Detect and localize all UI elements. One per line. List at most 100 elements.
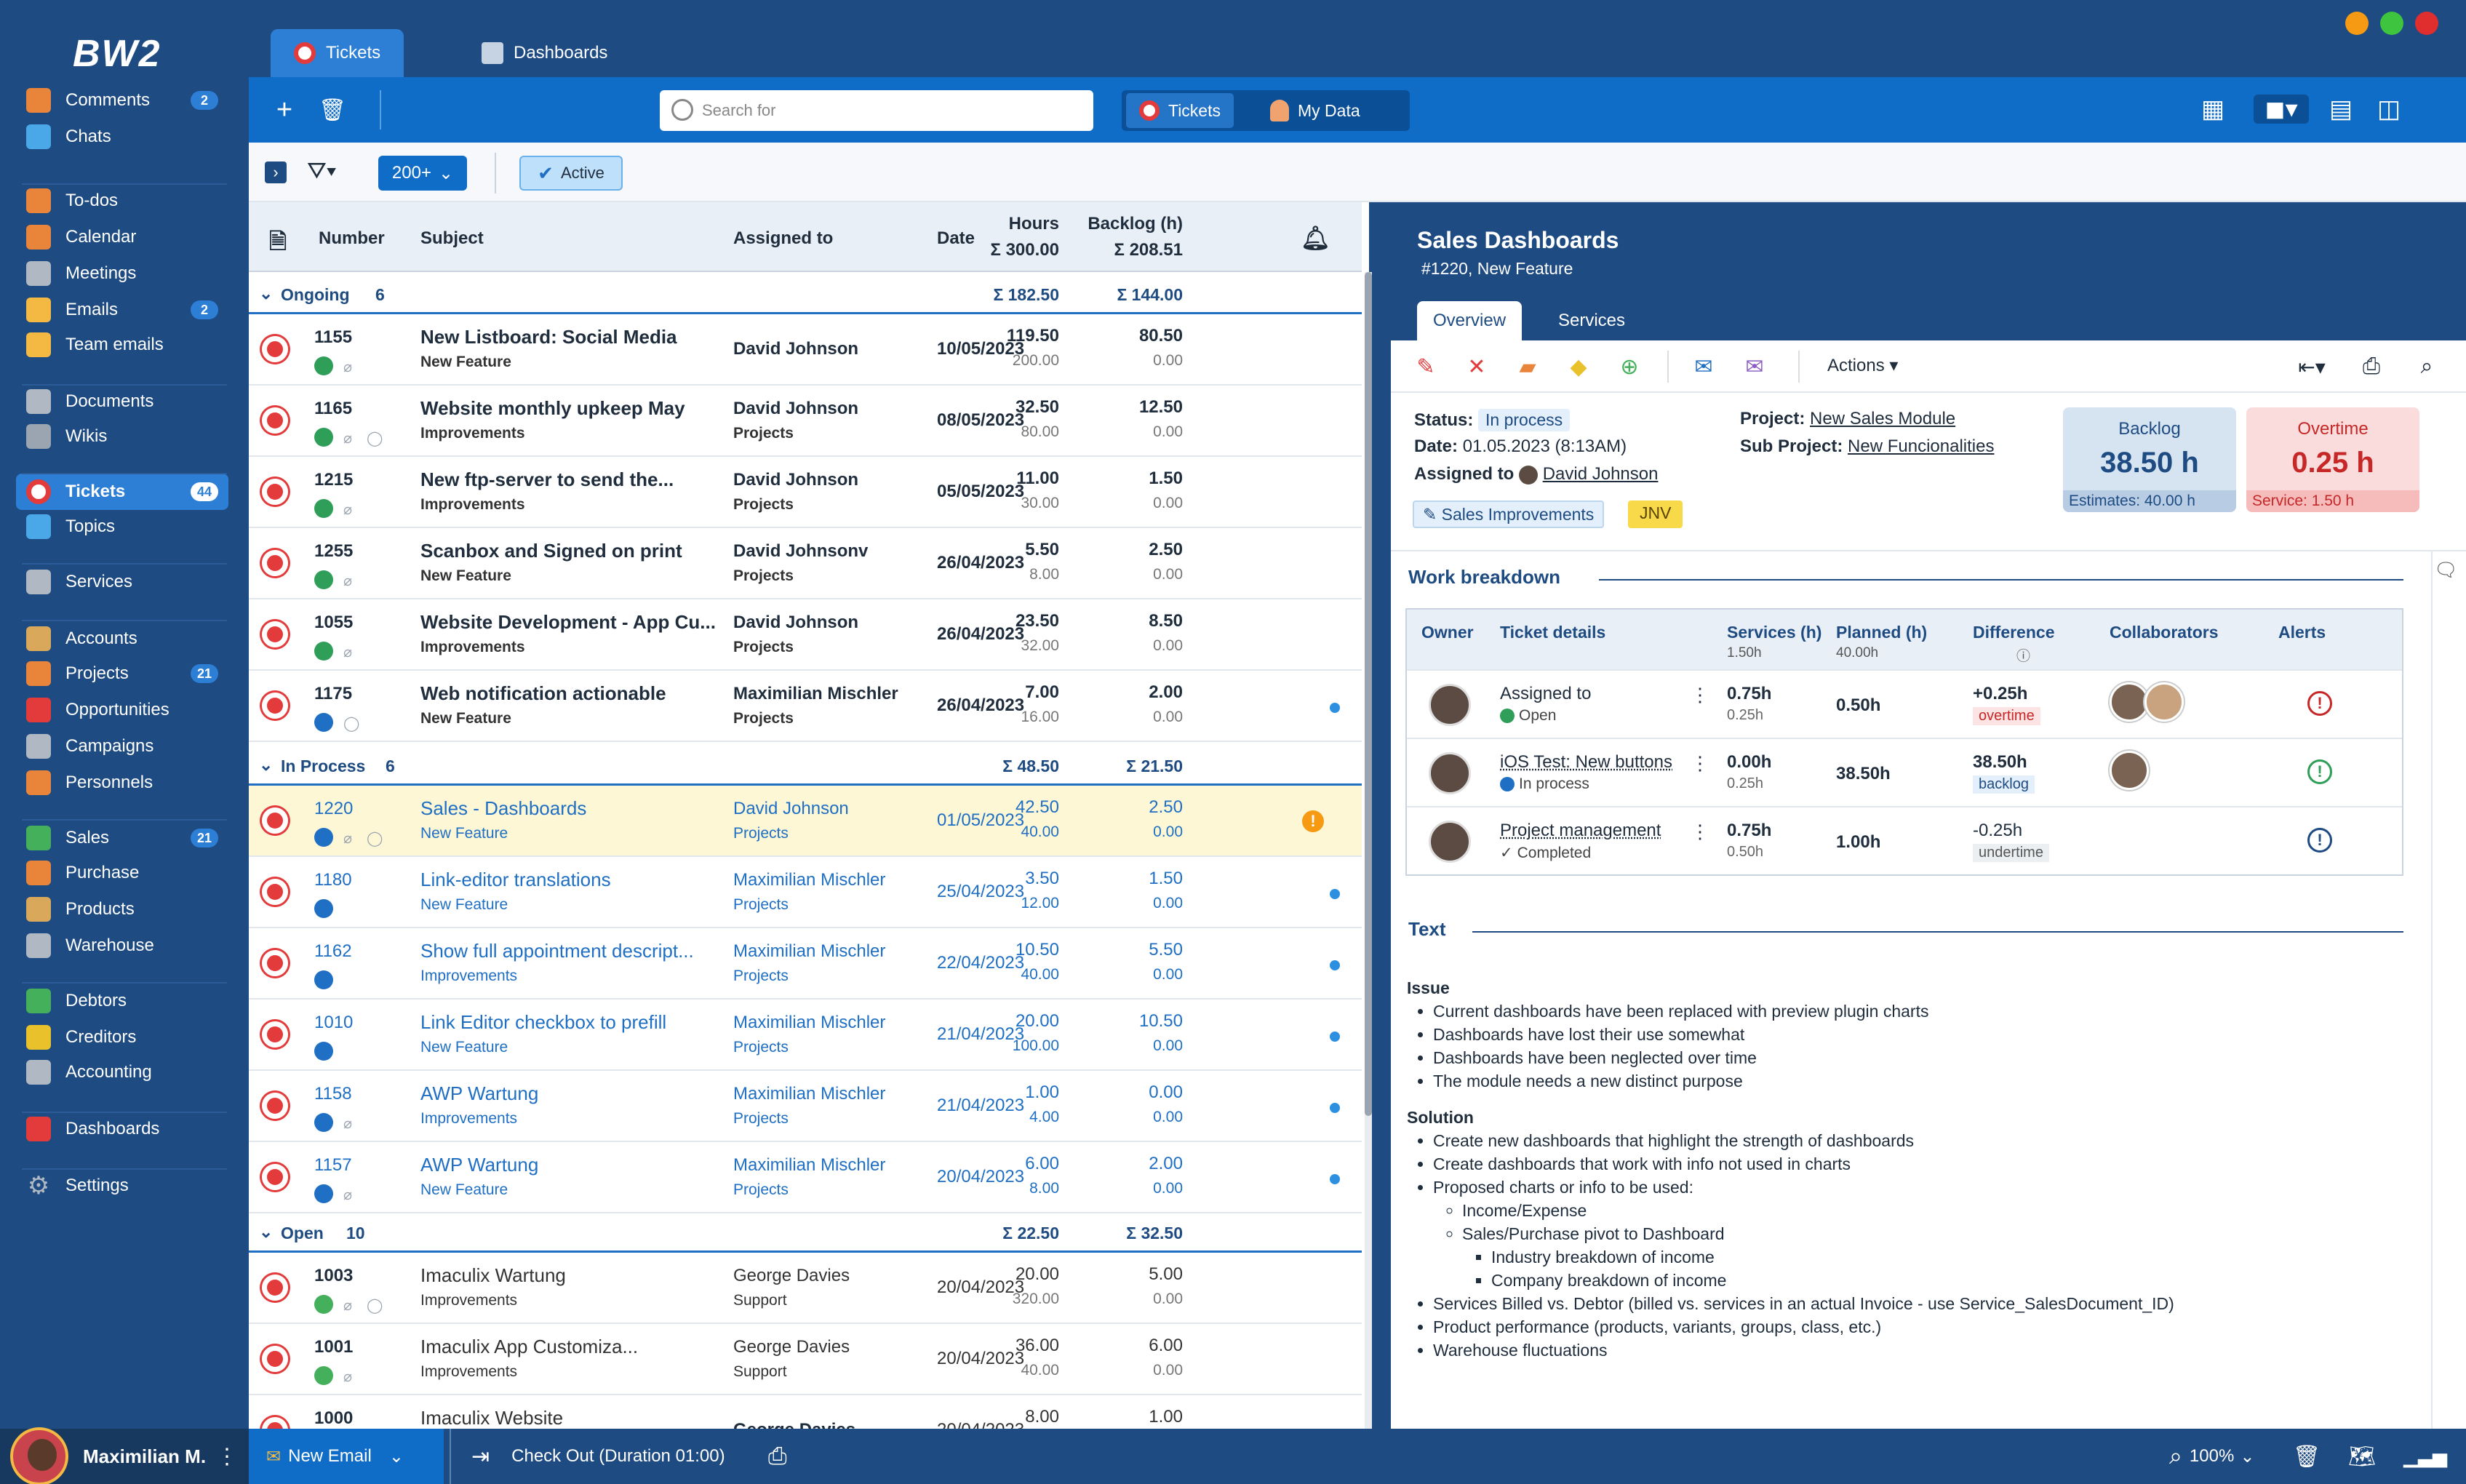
ticket-subject[interactable]: AWP Wartung xyxy=(420,1082,538,1105)
table-row[interactable]: 1001 ⌀ Imaculix App Customiza... Improvemen… xyxy=(249,1324,1362,1395)
table-row[interactable]: 1158 ⌀ AWP Wartung Improvements Maximilian M… xyxy=(249,1071,1362,1142)
sidebar-item-products[interactable]: Products xyxy=(16,891,228,928)
search-input[interactable]: Search for xyxy=(660,90,1093,131)
tab-tickets[interactable]: Tickets xyxy=(271,29,404,77)
more-vertical-icon[interactable]: ⋮ xyxy=(1691,752,1709,775)
wb-row[interactable]: Assigned to Open ⋮ 0.75h 0.25h 0.50h +0.25h ove… xyxy=(1407,669,2402,738)
sidebar-item-comments[interactable]: Comments 2 xyxy=(16,82,228,119)
col-assigned[interactable]: Assigned to xyxy=(733,228,833,249)
wb-ticket-title[interactable]: Project management xyxy=(1500,821,1661,841)
sidebar-item-calendar[interactable]: Calendar xyxy=(16,219,228,255)
map-icon[interactable]: 🗺 xyxy=(2348,1429,2376,1484)
ticket-subject[interactable]: Sales - Dashboards xyxy=(420,797,586,820)
sidebar-item-documents[interactable]: Documents xyxy=(16,383,228,420)
actions-dropdown[interactable]: Actions ▾ xyxy=(1827,355,1898,376)
ticket-subject[interactable]: Website monthly upkeep May xyxy=(420,397,685,420)
print-icon[interactable]: ⎙ xyxy=(2358,354,2385,380)
sidebar-item-personnels[interactable]: Personnels xyxy=(16,765,228,801)
trash-icon[interactable]: 🗑 xyxy=(2293,1429,2321,1484)
ticket-subject[interactable]: Link-editor translations xyxy=(420,869,611,891)
chevron-down-icon[interactable]: ⌄ xyxy=(259,1222,273,1242)
table-row[interactable]: 1003 ⌀ ◯ Imaculix Wartung Improvements George… xyxy=(249,1253,1362,1324)
split-horizontal-icon[interactable]: ▤ xyxy=(2326,95,2355,124)
wb-row[interactable]: Project management ✓ Completed ⋮ 0.75h 0.50h 1… xyxy=(1407,806,2402,874)
sidebar-item-dashboards[interactable]: Dashboards xyxy=(16,1111,228,1147)
table-row[interactable]: 1220 ⌀ ◯ Sales - Dashboards New Feature David… xyxy=(249,786,1362,857)
ticket-subject[interactable]: Link Editor checkbox to prefill xyxy=(420,1011,666,1034)
collaborator-avatar[interactable] xyxy=(2144,682,2184,722)
project-link[interactable]: New Sales Module xyxy=(1810,409,1955,428)
seg-tickets-button[interactable]: Tickets xyxy=(1126,93,1234,128)
sidebar-item-chats[interactable]: Chats xyxy=(16,119,228,155)
col-number[interactable]: Number xyxy=(319,228,385,249)
sidebar-item-projects[interactable]: Projects 21 xyxy=(16,655,228,692)
wb-ticket-title[interactable]: iOS Test: New buttons xyxy=(1500,752,1672,773)
tab-dashboards[interactable]: Dashboards xyxy=(458,29,631,77)
ticket-subject[interactable]: Scanbox and Signed on print xyxy=(420,540,682,562)
more-vertical-icon[interactable]: ⋮ xyxy=(1691,821,1709,843)
grid-view-icon[interactable]: ▦ xyxy=(2198,95,2227,124)
delete-icon[interactable]: ✕ xyxy=(1464,354,1490,380)
zoom-control[interactable]: ⌕ 100% ⌄ xyxy=(2169,1429,2254,1484)
sidebar-item-settings[interactable]: ⚙ Settings xyxy=(16,1168,228,1204)
count-dropdown[interactable]: 200+ ⌄ xyxy=(378,156,467,191)
collaborator-avatar[interactable] xyxy=(2110,751,2149,790)
chevron-down-icon[interactable]: ⌄ xyxy=(259,284,273,303)
table-row[interactable]: 1255 ⌀ Scanbox and Signed on print New Feat… xyxy=(249,528,1362,599)
add-todo-icon[interactable]: ⊕ xyxy=(1616,354,1643,380)
document-icon[interactable]: 🗎 xyxy=(269,226,287,263)
tag-icon[interactable]: ◆ xyxy=(1565,354,1592,380)
table-row[interactable]: 1162 Show full appointment descript... Imp… xyxy=(249,928,1362,1000)
assignee-link[interactable]: David Johnson xyxy=(1543,464,1659,484)
signal-icon[interactable]: ▁▃▅ xyxy=(2403,1429,2447,1484)
group-header[interactable]: ⌄ In Process 6 Σ 48.50 Σ 21.50 xyxy=(249,746,1362,786)
sidebar-item-warehouse[interactable]: Warehouse xyxy=(16,928,228,964)
active-filter-button[interactable]: ✔ Active xyxy=(519,156,623,191)
group-header[interactable]: ⌄ Open 10 Σ 22.50 Σ 32.50 xyxy=(249,1213,1362,1253)
sidebar-item-accounts[interactable]: Accounts xyxy=(16,621,228,657)
col-hours[interactable]: Hours xyxy=(1009,214,1059,234)
user-bar[interactable]: Maximilian M. ⋮ xyxy=(0,1427,249,1484)
ok-alert-icon[interactable]: ! xyxy=(2307,759,2332,784)
user-menu-icon[interactable]: ⋮ xyxy=(216,1444,238,1469)
chat-rail-icon[interactable]: 🗨︎ xyxy=(2434,559,2458,581)
ticket-subject[interactable]: New ftp-server to send the... xyxy=(420,468,674,491)
sidebar-item-emails[interactable]: Emails 2 xyxy=(16,292,228,328)
maximize-button[interactable] xyxy=(2380,12,2403,35)
new-email-button[interactable]: ✉ New Email ⌄ xyxy=(249,1429,445,1484)
table-row[interactable]: 1165 ⌀ ◯ Website monthly upkeep May Improvem… xyxy=(249,386,1362,457)
tag-sales-improvements[interactable]: ✎ Sales Improvements xyxy=(1413,500,1605,528)
collaborator-avatar[interactable] xyxy=(2110,682,2149,722)
group-header[interactable]: ⌄ Ongoing 6 Σ 182.50 Σ 144.00 xyxy=(249,275,1362,314)
tab-services[interactable]: Services xyxy=(1542,301,1641,340)
wb-ticket-title[interactable]: Assigned to xyxy=(1500,684,1591,704)
seg-mydata-button[interactable]: My Data xyxy=(1257,93,1373,128)
ticket-subject[interactable]: Website Development - App Cu... xyxy=(420,611,716,634)
table-row[interactable]: 1180 Link-editor translations New Feature M… xyxy=(249,857,1362,928)
split-grid-icon[interactable]: ◫ xyxy=(2374,95,2403,124)
sidebar-item-purchase[interactable]: Purchase xyxy=(16,855,228,891)
table-row[interactable]: 1215 ⌀ New ftp-server to send the... Improv… xyxy=(249,457,1362,528)
tab-overview[interactable]: Overview xyxy=(1417,301,1523,340)
sidebar-item-topics[interactable]: Topics xyxy=(16,508,228,545)
mail-out-icon[interactable]: ✉ xyxy=(1741,354,1768,380)
ticket-subject[interactable]: Imaculix App Customiza... xyxy=(420,1336,638,1358)
minimize-button[interactable] xyxy=(2345,12,2369,35)
sidebar-item-to-dos[interactable]: To-dos xyxy=(16,183,228,219)
sidebar-item-debtors[interactable]: Debtors xyxy=(16,983,228,1019)
ticket-subject[interactable]: Show full appointment descript... xyxy=(420,940,694,962)
sidebar-item-wikis[interactable]: Wikis xyxy=(16,418,228,455)
filter-icon[interactable]: ⛛▾ xyxy=(307,157,336,185)
sidebar-item-tickets[interactable]: Tickets 44 xyxy=(16,474,228,510)
more-vertical-icon[interactable]: ⋮ xyxy=(1691,684,1709,706)
checkout-button[interactable]: ⇥ Check Out (Duration 01:00) xyxy=(450,1429,725,1484)
list-scrollbar-thumb[interactable] xyxy=(1365,272,1372,1116)
bell-icon[interactable]: 🔔︎ xyxy=(1301,224,1330,252)
table-row[interactable]: 1175 ◯ Web notification actionable New Feat… xyxy=(249,671,1362,742)
trash-icon[interactable]: 🗑 xyxy=(316,93,349,127)
sidebar-item-team-emails[interactable]: Team emails xyxy=(16,327,228,363)
ticket-subject[interactable]: New Listboard: Social Media xyxy=(420,326,677,348)
table-row[interactable]: 1010 Link Editor checkbox to prefill New F… xyxy=(249,1000,1362,1071)
tag-jnv[interactable]: JNV xyxy=(1628,500,1683,528)
expand-panel-icon[interactable]: › xyxy=(265,161,287,183)
